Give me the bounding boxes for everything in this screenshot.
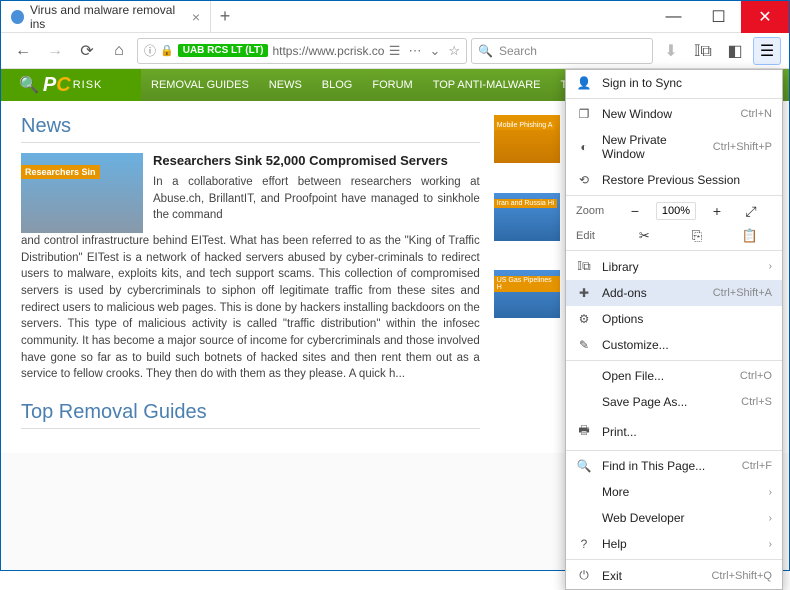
- menu-find[interactable]: 🔍Find in This Page...Ctrl+F: [566, 453, 782, 479]
- close-tab-icon[interactable]: ×: [192, 9, 200, 25]
- lead-image: Researchers Sin: [21, 153, 143, 233]
- reader-icon[interactable]: ☰: [389, 43, 401, 59]
- search-icon: 🔍: [478, 44, 493, 58]
- star-icon[interactable]: ☆: [448, 43, 460, 59]
- divider: [21, 142, 480, 143]
- menu-button[interactable]: ☰: [753, 37, 781, 65]
- nav-removal-guides[interactable]: REMOVAL GUIDES: [141, 69, 259, 101]
- side-image: US Gas Pipelines H: [494, 270, 560, 318]
- library-icon[interactable]: 𝕀⧉: [689, 37, 717, 65]
- nav-forum[interactable]: FORUM: [362, 69, 422, 101]
- url-text: https://www.pcrisk.com: [272, 44, 384, 58]
- back-button[interactable]: ←: [9, 37, 37, 65]
- fullscreen-button[interactable]: ⤢: [738, 203, 764, 220]
- restore-icon: ⟲: [576, 173, 592, 187]
- menu-restore-session[interactable]: ⟲Restore Previous Session: [566, 167, 782, 193]
- downloads-icon[interactable]: ⬇: [657, 37, 685, 65]
- dots-icon[interactable]: ⋯: [408, 43, 421, 59]
- menu-open-file[interactable]: Open File...Ctrl+O: [566, 363, 782, 389]
- menu-options[interactable]: ⚙Options: [566, 306, 782, 332]
- url-bar[interactable]: ⓘ 🔒 UAB RCS LT (LT) https://www.pcrisk.c…: [137, 38, 467, 64]
- side-image: Mobile Phishing A: [494, 115, 560, 163]
- brush-icon: ✎: [576, 338, 592, 352]
- lead-article[interactable]: Researchers Sin Researchers Sink 52,000 …: [21, 153, 480, 233]
- divider: [21, 428, 480, 429]
- favicon-icon: [11, 10, 24, 24]
- user-icon: 👤: [576, 76, 592, 90]
- top-removal-heading: Top Removal Guides: [21, 401, 480, 424]
- minimize-button[interactable]: —: [651, 1, 696, 33]
- new-tab-button[interactable]: +: [211, 6, 239, 27]
- maximize-button[interactable]: ☐: [696, 1, 741, 33]
- magnifier-icon: 🔍: [19, 75, 39, 95]
- menu-print[interactable]: 🖶Print...: [566, 415, 782, 448]
- lock-icon: 🔒: [160, 44, 174, 57]
- browser-tab[interactable]: Virus and malware removal ins ×: [1, 1, 211, 33]
- side-image: Iran and Russia Hi: [494, 193, 560, 241]
- copy-button[interactable]: ⎘: [675, 228, 720, 244]
- menu-new-window[interactable]: ❐New WindowCtrl+N: [566, 101, 782, 127]
- nav-antimalware[interactable]: TOP ANTI-MALWARE: [423, 69, 551, 101]
- menu-addons[interactable]: ✚Add-onsCtrl+Shift+A: [566, 280, 782, 306]
- help-icon: ?: [576, 537, 592, 551]
- lead-image-tag: Researchers Sin: [21, 165, 100, 179]
- site-logo[interactable]: 🔍 PCRISK: [1, 69, 141, 101]
- app-menu: 👤Sign in to Sync ❐New WindowCtrl+N ◐New …: [565, 69, 783, 590]
- gear-icon: ⚙: [576, 312, 592, 326]
- lead-intro: In a collaborative effort between resear…: [153, 174, 480, 224]
- menu-signin[interactable]: 👤Sign in to Sync: [566, 70, 782, 96]
- window-icon: ❐: [576, 107, 592, 121]
- search-icon: 🔍: [576, 459, 592, 473]
- reload-button[interactable]: ⟳: [73, 37, 101, 65]
- home-button[interactable]: ⌂: [105, 37, 133, 65]
- pocket-icon[interactable]: ⌄: [429, 43, 440, 59]
- menu-library[interactable]: 𝕀⧉Library›: [566, 253, 782, 280]
- toolbar: ← → ⟳ ⌂ ⓘ 🔒 UAB RCS LT (LT) https://www.…: [1, 33, 789, 69]
- lead-title: Researchers Sink 52,000 Compromised Serv…: [153, 153, 480, 168]
- menu-zoom-row: Zoom − 100% + ⤢: [566, 198, 782, 224]
- close-window-button[interactable]: ✕: [741, 1, 789, 33]
- menu-more[interactable]: More›: [566, 479, 782, 505]
- titlebar: Virus and malware removal ins × + — ☐ ✕: [1, 1, 789, 33]
- zoom-in-button[interactable]: +: [704, 203, 730, 219]
- main-column: News Researchers Sin Researchers Sink 52…: [21, 115, 480, 439]
- nav-blog[interactable]: BLOG: [312, 69, 363, 101]
- news-heading: News: [21, 115, 480, 138]
- menu-save-as[interactable]: Save Page As...Ctrl+S: [566, 389, 782, 415]
- menu-webdev[interactable]: Web Developer›: [566, 505, 782, 531]
- lead-continuation: and control infrastructure behind EITest…: [21, 233, 480, 383]
- info-icon[interactable]: ⓘ: [144, 42, 156, 59]
- zoom-out-button[interactable]: −: [622, 203, 648, 219]
- menu-customize[interactable]: ✎Customize...: [566, 332, 782, 358]
- mask-icon: ◐: [576, 140, 592, 154]
- search-bar[interactable]: 🔍 Search: [471, 38, 653, 64]
- search-placeholder: Search: [499, 44, 537, 58]
- nav-news[interactable]: NEWS: [259, 69, 312, 101]
- paste-button[interactable]: 📋: [727, 228, 772, 244]
- print-icon: 🖶: [576, 421, 592, 442]
- zoom-value[interactable]: 100%: [656, 202, 696, 220]
- menu-new-private[interactable]: ◐New Private WindowCtrl+Shift+P: [566, 127, 782, 167]
- exit-icon: ⏻: [576, 568, 592, 583]
- sidebar-icon[interactable]: ◧: [721, 37, 749, 65]
- forward-button[interactable]: →: [41, 37, 69, 65]
- window-controls: — ☐ ✕: [651, 1, 789, 33]
- tab-title: Virus and malware removal ins: [30, 3, 182, 31]
- menu-exit[interactable]: ⏻ExitCtrl+Shift+Q: [566, 562, 782, 589]
- ssl-org: UAB RCS LT (LT): [178, 44, 269, 57]
- puzzle-icon: ✚: [576, 286, 592, 300]
- cut-button[interactable]: ✂: [622, 228, 667, 244]
- menu-edit-row: Edit ✂ ⎘ 📋: [566, 224, 782, 248]
- library-icon: 𝕀⧉: [576, 259, 592, 274]
- menu-help[interactable]: ?Help›: [566, 531, 782, 557]
